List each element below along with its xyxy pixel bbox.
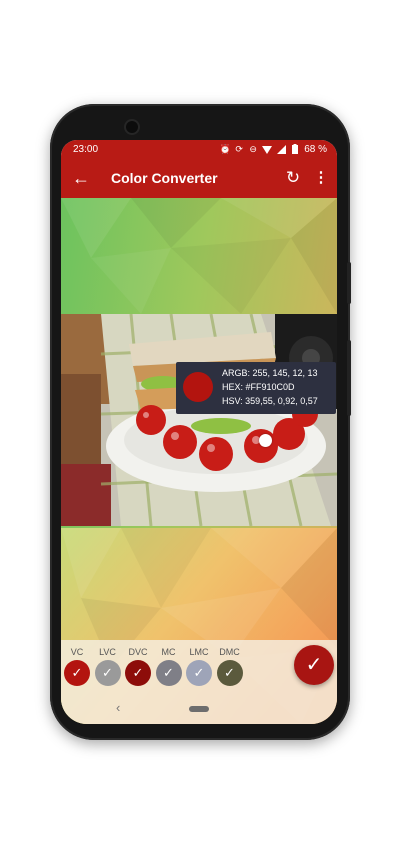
color-variant-vc[interactable]: VC ✓ xyxy=(62,646,92,694)
check-icon: ✓ xyxy=(224,665,235,680)
navigation-bar: ‹ xyxy=(61,694,337,724)
argb-value: ARGB: 255, 145, 12, 13 xyxy=(222,368,318,378)
screen: ARGB: 255, 145, 12, 13 HEX: #FF910C0D HS… xyxy=(61,140,337,724)
color-variant-label: LMC xyxy=(189,647,209,657)
check-icon: ✓ xyxy=(132,665,144,680)
check-icon: ✓ xyxy=(163,665,174,680)
color-variant-dvc[interactable]: DVC ✓ xyxy=(123,646,153,694)
color-variant-swatch[interactable]: ✓ xyxy=(94,660,121,686)
hsv-value: HSV: 359,55, 0,92, 0,57 xyxy=(222,396,318,406)
check-icon: ✓ xyxy=(305,654,323,676)
back-arrow-icon[interactable]: ← xyxy=(71,169,91,189)
check-icon: ✓ xyxy=(193,665,205,680)
color-variant-lmc[interactable]: LMC ✓ xyxy=(184,646,214,694)
color-variant-swatch[interactable]: ✓ xyxy=(64,660,90,686)
color-variant-label: DVC xyxy=(128,647,148,657)
color-variant-label: VC xyxy=(70,647,84,657)
nav-home-pill[interactable] xyxy=(189,706,209,712)
signal-icon xyxy=(276,143,286,155)
color-info-popup: ARGB: 255, 145, 12, 13 HEX: #FF910C0D HS… xyxy=(176,362,336,414)
color-variant-swatch[interactable]: ✓ xyxy=(125,660,151,686)
battery-icon xyxy=(290,143,300,155)
color-variant-swatch[interactable]: ✓ xyxy=(216,660,243,686)
color-variant-label: MC xyxy=(161,647,176,657)
color-variant-label: DMC xyxy=(219,647,240,657)
alarm-icon: ⏰ xyxy=(219,143,231,154)
check-icon: ✓ xyxy=(71,665,83,680)
wifi-icon xyxy=(262,143,273,155)
color-variant-label: LVC xyxy=(99,647,116,657)
power-button xyxy=(347,262,351,304)
status-time: 23:00 xyxy=(73,144,99,155)
volume-button xyxy=(347,340,351,416)
color-variant-mc[interactable]: MC ✓ xyxy=(154,646,184,694)
sync-icon: ⟳ xyxy=(235,143,243,154)
front-camera xyxy=(126,121,138,133)
hex-value: HEX: #FF910C0D xyxy=(222,382,295,392)
color-variant-lvc[interactable]: LVC ✓ xyxy=(93,646,123,694)
minus-circle-icon: ⊖ xyxy=(249,143,257,154)
color-variant-swatch[interactable]: ✓ xyxy=(186,660,212,686)
more-vert-icon[interactable]: ⋮ xyxy=(313,168,329,188)
status-bar: 23:00 ⏰ ⟳ ⊖ 68 % xyxy=(61,140,337,160)
confirm-button[interactable]: ✓ xyxy=(294,645,334,685)
battery-percent: 68 % xyxy=(304,143,327,155)
app-bar: ← Color Converter ↻ ⋮ xyxy=(61,160,337,198)
color-variant-dmc[interactable]: DMC ✓ xyxy=(215,646,245,694)
color-picker-handle[interactable] xyxy=(259,434,272,447)
photo-preview[interactable] xyxy=(61,314,337,526)
page-title: Color Converter xyxy=(111,170,218,186)
picked-color-swatch xyxy=(183,372,213,402)
nav-back-icon[interactable]: ‹ xyxy=(116,700,120,715)
check-icon: ✓ xyxy=(102,665,113,680)
color-variant-swatch[interactable]: ✓ xyxy=(155,660,182,686)
refresh-icon[interactable]: ↻ xyxy=(283,168,303,188)
